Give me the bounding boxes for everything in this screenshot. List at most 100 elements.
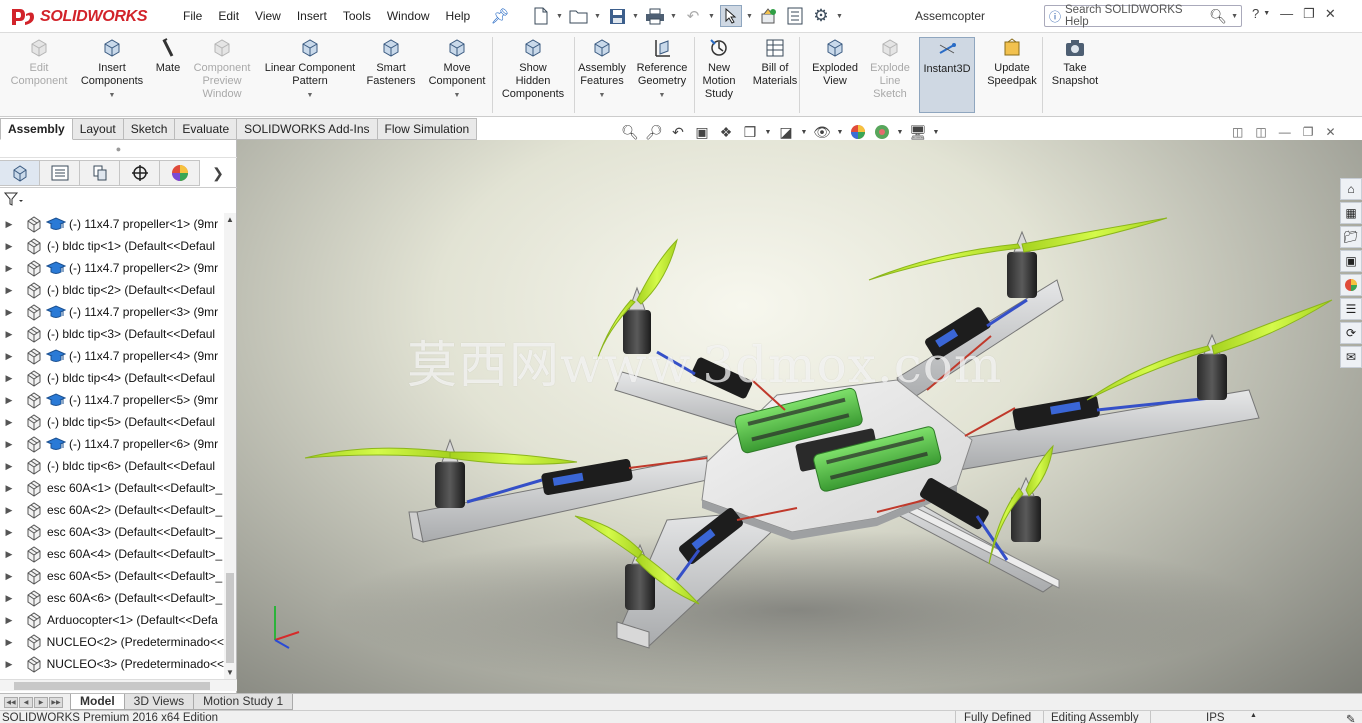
menu-window[interactable]: Window bbox=[387, 9, 430, 23]
command-dropdown-icon[interactable]: ▼ bbox=[426, 89, 488, 102]
status-units[interactable]: IPS bbox=[1206, 712, 1225, 723]
dimxpertmanager-tab[interactable] bbox=[120, 160, 160, 186]
view-settings-icon[interactable]: 🖥︎ bbox=[908, 122, 928, 142]
select-dropdown-icon[interactable]: ▼ bbox=[746, 13, 754, 20]
tree-item[interactable]: ▶ esc 60A<1> (Default<<Default>_ bbox=[0, 477, 224, 499]
tree-item[interactable]: ▶ (-) 11x4.7 propeller<2> (9mr bbox=[0, 257, 224, 279]
tree-item[interactable]: ▶ (-) 11x4.7 propeller<4> (9mr bbox=[0, 345, 224, 367]
undo-dropdown-icon[interactable]: ▼ bbox=[708, 13, 716, 20]
expand-chevron-icon[interactable]: ▶ bbox=[0, 461, 18, 472]
tree-item[interactable]: ▶ esc 60A<4> (Default<<Default>_ bbox=[0, 543, 224, 565]
component-preview-button[interactable]: Component Preview Window bbox=[191, 37, 253, 101]
expand-chevron-icon[interactable]: ▶ bbox=[0, 549, 18, 560]
next-tab-icon[interactable]: ▶ bbox=[34, 697, 48, 708]
expand-chevron-icon[interactable]: ▶ bbox=[0, 527, 18, 538]
search-dropdown-icon[interactable]: ▼ bbox=[1231, 13, 1238, 20]
expand-chevron-icon[interactable]: ▶ bbox=[0, 439, 18, 450]
file-properties-icon[interactable] bbox=[784, 5, 806, 27]
tab-3d-views[interactable]: 3D Views bbox=[123, 694, 195, 710]
custom-properties-icon[interactable]: ☰ bbox=[1340, 298, 1362, 320]
insert-components-button[interactable]: Insert Components ▼ bbox=[78, 37, 146, 102]
new-dropdown-icon[interactable]: ▼ bbox=[556, 13, 564, 20]
propertymanager-tab[interactable] bbox=[40, 160, 80, 186]
expand-chevron-icon[interactable]: ▶ bbox=[0, 219, 18, 230]
zoom-to-area-icon[interactable]: 🔎︎ bbox=[644, 122, 664, 142]
tab-solidworks-add-ins[interactable]: SOLIDWORKS Add-Ins bbox=[237, 118, 378, 140]
vertical-scroll-thumb[interactable] bbox=[226, 573, 234, 663]
viewport-split-right-icon[interactable]: ◫ bbox=[1255, 125, 1266, 139]
rebuild-icon[interactable] bbox=[758, 5, 780, 27]
first-tab-icon[interactable]: ◀◀ bbox=[4, 697, 18, 708]
exploded-view-button[interactable]: Exploded View bbox=[810, 37, 860, 88]
expand-chevron-icon[interactable]: ▶ bbox=[0, 483, 18, 494]
forum-icon[interactable]: ⟳ bbox=[1340, 322, 1362, 344]
expand-chevron-icon[interactable]: ▶ bbox=[0, 505, 18, 516]
tab-layout[interactable]: Layout bbox=[72, 118, 124, 140]
bill-of-materials-button[interactable]: Bill of Materials bbox=[751, 37, 799, 88]
tree-item[interactable]: ▶ (-) 11x4.7 propeller<1> (9mr bbox=[0, 213, 224, 235]
tab-evaluate[interactable]: Evaluate bbox=[175, 118, 238, 140]
command-dropdown-icon[interactable]: ▼ bbox=[578, 89, 626, 102]
apply-scene-dropdown-icon[interactable]: ▼ bbox=[896, 122, 904, 142]
tree-item[interactable]: ▶ (-) 11x4.7 propeller<5> (9mr bbox=[0, 389, 224, 411]
help-search-box[interactable]: ⓘ Search SOLIDWORKS Help 🔍︎ ▼ bbox=[1044, 4, 1242, 28]
view-settings-dropdown-icon[interactable]: ▼ bbox=[932, 122, 940, 142]
horizontal-scroll-thumb[interactable] bbox=[14, 682, 210, 690]
view-orientation-dropdown-icon[interactable]: ▼ bbox=[764, 122, 772, 142]
help-dropdown-icon[interactable]: ▼ bbox=[1263, 6, 1270, 22]
expand-chevron-icon[interactable]: ▶ bbox=[0, 351, 18, 362]
tree-item[interactable]: ▶ (-) 11x4.7 propeller<3> (9mr bbox=[0, 301, 224, 323]
help-search-input[interactable]: Search SOLIDWORKS Help bbox=[1065, 4, 1205, 28]
tree-vertical-scrollbar[interactable]: ▲ ▼ bbox=[224, 213, 236, 679]
help-question-icon[interactable]: ? bbox=[1252, 6, 1259, 22]
snapshot-button[interactable]: Take Snapshot bbox=[1049, 37, 1101, 88]
motion-study-button[interactable]: New Motion Study bbox=[700, 37, 738, 101]
hide-show-items-icon[interactable]: 👁︎ bbox=[812, 122, 832, 142]
zoom-to-fit-icon[interactable]: 🔍︎ bbox=[620, 122, 640, 142]
tree-item[interactable]: ▶ esc 60A<6> (Default<<Default>_ bbox=[0, 587, 224, 609]
menu-view[interactable]: View bbox=[255, 9, 281, 23]
featuremanager-tab[interactable] bbox=[0, 160, 40, 186]
smart-fasteners-button[interactable]: Smart Fasteners bbox=[366, 37, 416, 88]
expand-chevron-icon[interactable]: ▶ bbox=[0, 373, 18, 384]
tree-item[interactable]: ▶ NUCLEO<3> (Predeterminado<< bbox=[0, 653, 224, 675]
instant3d-button[interactable]: Instant3D bbox=[919, 37, 975, 113]
expand-chevron-icon[interactable]: ▶ bbox=[0, 285, 18, 296]
display-style-dropdown-icon[interactable]: ▼ bbox=[800, 122, 808, 142]
linear-pattern-button[interactable]: Linear Component Pattern ▼ bbox=[262, 37, 358, 102]
command-dropdown-icon[interactable]: ▼ bbox=[262, 89, 358, 102]
menu-file[interactable]: File bbox=[183, 9, 202, 23]
tab-assembly[interactable]: Assembly bbox=[0, 118, 73, 140]
scroll-down-icon[interactable]: ▼ bbox=[224, 668, 236, 677]
scroll-up-icon[interactable]: ▲ bbox=[224, 215, 236, 224]
view-palette-icon[interactable]: ▣ bbox=[1340, 250, 1362, 272]
tab-sketch[interactable]: Sketch bbox=[123, 118, 176, 140]
graphics-area[interactable]: 莫西网www.3dmox.com bbox=[237, 140, 1362, 693]
tab-motion-study-1[interactable]: Motion Study 1 bbox=[193, 694, 294, 710]
move-component-button[interactable]: Move Component ▼ bbox=[426, 37, 488, 102]
close-icon[interactable]: ✕ bbox=[1325, 6, 1336, 22]
tree-horizontal-scrollbar[interactable] bbox=[0, 679, 237, 691]
expand-chevron-icon[interactable]: ▶ bbox=[0, 307, 18, 318]
explode-line-sketch-button[interactable]: Explode Line Sketch bbox=[868, 37, 912, 101]
menu-insert[interactable]: Insert bbox=[297, 9, 327, 23]
more-tabs-chevron-icon[interactable]: ❯ bbox=[200, 160, 236, 187]
units-dropdown-icon[interactable]: ▲ bbox=[1250, 712, 1257, 719]
expand-chevron-icon[interactable]: ▶ bbox=[0, 659, 18, 670]
tab-model[interactable]: Model bbox=[70, 694, 125, 710]
pin-icon[interactable]: 📌︎ bbox=[489, 5, 511, 27]
expand-chevron-icon[interactable]: ▶ bbox=[0, 615, 18, 626]
tree-item[interactable]: ▶ esc 60A<3> (Default<<Default>_ bbox=[0, 521, 224, 543]
design-library-icon[interactable]: ▦ bbox=[1340, 202, 1362, 224]
options-dropdown-icon[interactable]: ▼ bbox=[836, 13, 844, 20]
display-style-icon[interactable]: ◪ bbox=[776, 122, 796, 142]
print-icon[interactable] bbox=[644, 5, 666, 27]
prev-tab-icon[interactable]: ◀ bbox=[19, 697, 33, 708]
comments-icon[interactable]: ✉ bbox=[1340, 346, 1362, 368]
viewport-close-icon[interactable]: ✕ bbox=[1325, 125, 1335, 139]
print-dropdown-icon[interactable]: ▼ bbox=[670, 13, 678, 20]
expand-chevron-icon[interactable]: ▶ bbox=[0, 593, 18, 604]
edit-appearance-icon[interactable] bbox=[848, 122, 868, 142]
options-gear-icon[interactable]: ⚙ bbox=[810, 5, 832, 27]
file-explorer-icon[interactable]: 📁︎ bbox=[1340, 226, 1362, 248]
